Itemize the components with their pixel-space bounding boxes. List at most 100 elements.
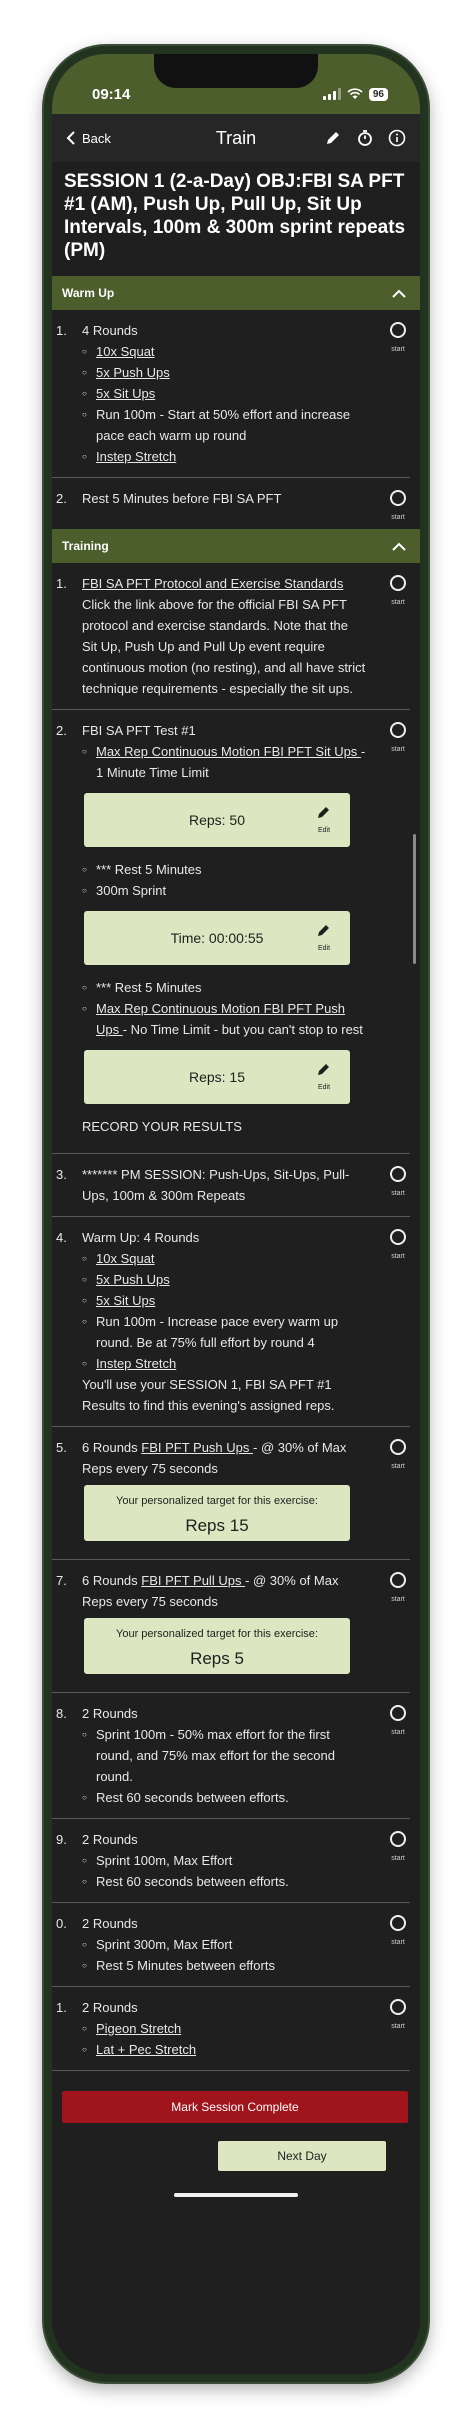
training-section-header[interactable]: Training: [52, 529, 420, 563]
start-toggle[interactable]: start: [390, 1439, 406, 1477]
item-number: 2.: [56, 723, 67, 738]
edit-button[interactable]: Edit: [316, 922, 332, 959]
exercise-link[interactable]: Instep Stretch: [82, 446, 366, 467]
reps-value: Reps: 15: [188, 1068, 246, 1085]
exercise-link[interactable]: 5x Push Ups: [82, 1269, 366, 1290]
item-title: Rest 5 Minutes before FBI SA PFT: [82, 491, 282, 506]
training-item-1: 1. FBI SA PFT Protocol and Exercise Stan…: [52, 563, 410, 710]
sub-list: Sprint 300m, Max Effort Rest 5 Minutes b…: [82, 1934, 366, 1976]
time-value: Time: 00:00:55: [170, 929, 264, 946]
exercise-link[interactable]: FBI PFT Pull Ups: [141, 1573, 245, 1588]
title-prefix: 6 Rounds: [82, 1573, 142, 1588]
start-label: start: [391, 746, 405, 753]
target-box: Your personalized target for this exerci…: [84, 1485, 350, 1541]
scrollbar[interactable]: [413, 834, 416, 964]
sub-item: *** Rest 5 Minutes: [82, 977, 366, 998]
target-value: Reps 15: [185, 1515, 249, 1535]
start-toggle[interactable]: start: [390, 1166, 406, 1204]
edit-button[interactable]: Edit: [316, 804, 332, 841]
protocol-link[interactable]: FBI SA PFT Protocol and Exercise Standar…: [82, 573, 366, 594]
item-number: 8.: [56, 1706, 67, 1721]
item-number: 9.: [56, 1832, 67, 1847]
start-toggle[interactable]: start: [390, 322, 406, 360]
back-button[interactable]: Back: [66, 131, 111, 146]
edit-label: Edit: [317, 827, 331, 834]
edit-label: Edit: [317, 945, 331, 952]
start-toggle[interactable]: start: [390, 1572, 406, 1610]
item-title: 2 Rounds: [82, 1832, 138, 1847]
item-title: 2 Rounds: [82, 1916, 138, 1931]
item-title: 6 Rounds FBI PFT Pull Ups - @ 30% of Max…: [82, 1570, 366, 1612]
training-item-4: 4. Warm Up: 4 Rounds 10x Squat 5x Push U…: [52, 1217, 410, 1427]
circle-icon: [390, 1439, 406, 1455]
sub-list: Max Rep Continuous Motion FBI PFT Sit Up…: [82, 741, 366, 783]
exercise-link[interactable]: Max Rep Continuous Motion FBI PFT Sit Up…: [96, 744, 361, 759]
item-title: ******* PM SESSION: Push-Ups, Sit-Ups, P…: [82, 1167, 350, 1203]
exercise-link[interactable]: 5x Sit Ups: [82, 383, 366, 404]
status-time: 09:14: [92, 85, 131, 103]
sub-item: Run 100m - Start at 50% effort and incre…: [82, 404, 366, 446]
sub-item: Sprint 300m, Max Effort: [82, 1934, 366, 1955]
sub-item: Sprint 100m, Max Effort: [82, 1850, 366, 1871]
item-number: 0.: [56, 1916, 67, 1931]
reps-result-box[interactable]: Reps: 50 Edit: [84, 793, 350, 847]
record-results-text: RECORD YOUR RESULTS: [82, 1119, 242, 1134]
edit-button[interactable]: Edit: [316, 1061, 332, 1098]
time-result-box[interactable]: Time: 00:00:55 Edit: [84, 911, 350, 965]
sub-list: 10x Squat 5x Push Ups 5x Sit Ups Run 100…: [82, 1248, 366, 1374]
mark-session-complete-button[interactable]: Mark Session Complete: [62, 2091, 408, 2123]
start-toggle[interactable]: start: [390, 1831, 406, 1869]
sub-text: - No Time Limit - but you can't stop to …: [122, 1022, 363, 1037]
exercise-link[interactable]: 10x Squat: [82, 1248, 366, 1269]
screen: 09:14 96 Back Train SESSION 1 (2-a-Day) …: [52, 54, 420, 2374]
next-day-button[interactable]: Next Day: [218, 2141, 386, 2171]
training-header-label: Training: [62, 539, 109, 553]
battery-indicator: 96: [368, 87, 388, 101]
item-description: Click the link above for the official FB…: [82, 597, 366, 696]
chevron-up-icon: [392, 542, 406, 551]
start-toggle[interactable]: start: [390, 1915, 406, 1953]
reps-result-box[interactable]: Reps: 15 Edit: [84, 1050, 350, 1104]
item-number: 7.: [56, 1573, 67, 1588]
item-title: 2 Rounds: [82, 2000, 138, 2015]
sub-list: 10x Squat 5x Push Ups 5x Sit Ups Run 100…: [82, 341, 366, 467]
start-toggle[interactable]: start: [390, 490, 406, 528]
phone-frame: 09:14 96 Back Train SESSION 1 (2-a-Day) …: [44, 46, 428, 2382]
exercise-link[interactable]: Instep Stretch: [82, 1353, 366, 1374]
item-title: 6 Rounds FBI PFT Push Ups - @ 30% of Max…: [82, 1437, 366, 1479]
start-toggle[interactable]: start: [390, 1229, 406, 1267]
circle-icon: [390, 322, 406, 338]
sub-item: 300m Sprint: [82, 880, 366, 901]
warmup-section-header[interactable]: Warm Up: [52, 276, 420, 310]
info-icon[interactable]: [388, 129, 406, 147]
sub-item: Rest 60 seconds between efforts.: [82, 1787, 366, 1808]
item-number: 4.: [56, 1230, 67, 1245]
start-toggle[interactable]: start: [390, 722, 406, 760]
pencil-icon[interactable]: [324, 129, 342, 147]
reps-value: Reps: 50: [188, 811, 246, 828]
circle-icon: [390, 1229, 406, 1245]
training-item-2: 2. FBI SA PFT Test #1 Max Rep Continuous…: [52, 710, 410, 1154]
back-label: Back: [82, 130, 111, 146]
start-label: start: [391, 1463, 405, 1470]
sub-item: Max Rep Continuous Motion FBI PFT Push U…: [82, 998, 366, 1040]
exercise-link[interactable]: 5x Push Ups: [82, 362, 366, 383]
start-toggle[interactable]: start: [390, 1999, 406, 2037]
circle-icon: [390, 1705, 406, 1721]
training-item-3: 3. ******* PM SESSION: Push-Ups, Sit-Ups…: [52, 1154, 410, 1217]
exercise-link[interactable]: Lat + Pec Stretch: [82, 2039, 366, 2060]
exercise-link[interactable]: FBI PFT Push Ups: [141, 1440, 253, 1455]
sub-item: *** Rest 5 Minutes: [82, 859, 366, 880]
sub-item: Sprint 100m - 50% max effort for the fir…: [82, 1724, 366, 1787]
exercise-link[interactable]: 5x Sit Ups: [82, 1290, 366, 1311]
item-number: 2.: [56, 491, 67, 506]
start-toggle[interactable]: start: [390, 575, 406, 613]
item-title: 4 Rounds: [82, 323, 138, 338]
sub-list: *** Rest 5 Minutes Max Rep Continuous Mo…: [82, 977, 366, 1040]
start-toggle[interactable]: start: [390, 1705, 406, 1743]
stopwatch-icon[interactable]: [356, 129, 374, 147]
exercise-link[interactable]: Pigeon Stretch: [82, 2018, 366, 2039]
exercise-link[interactable]: 10x Squat: [82, 341, 366, 362]
sub-item: Rest 5 Minutes between efforts: [82, 1955, 366, 1976]
training-item-8: 8. 2 Rounds Sprint 100m - 50% max effort…: [52, 1693, 410, 1819]
